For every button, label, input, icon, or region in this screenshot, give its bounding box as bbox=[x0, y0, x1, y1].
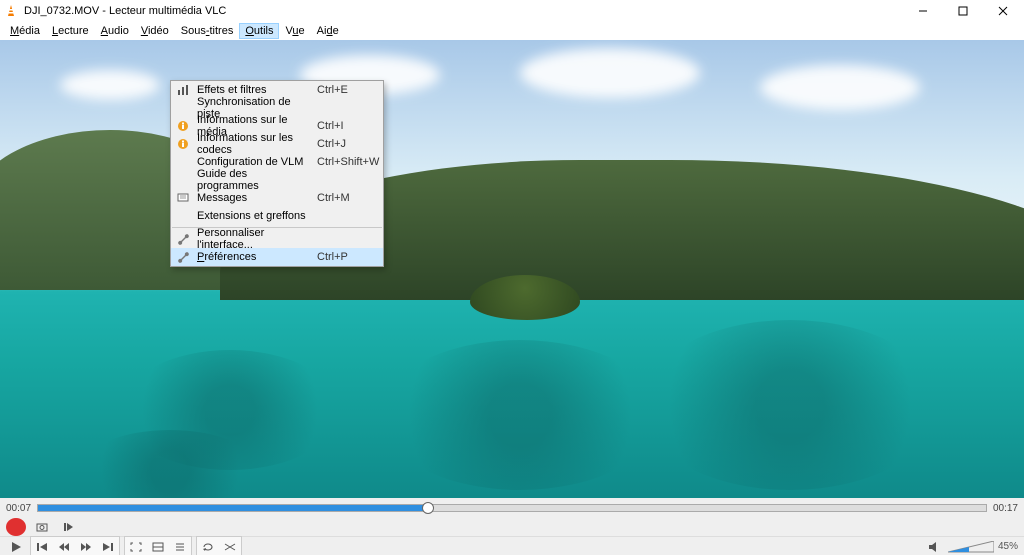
snapshot-button[interactable] bbox=[32, 518, 52, 536]
prev-button[interactable] bbox=[32, 538, 52, 555]
blank-icon bbox=[175, 154, 191, 170]
menu-item-label: Personnaliser l'interface... bbox=[197, 227, 311, 251]
next-button[interactable] bbox=[98, 538, 118, 555]
cloud bbox=[760, 65, 920, 110]
loop-group bbox=[196, 536, 242, 555]
fullscreen-button[interactable] bbox=[126, 538, 146, 555]
menu-aide[interactable]: Aide bbox=[311, 23, 345, 39]
menu-item[interactable]: Messages Ctrl+M bbox=[171, 189, 383, 207]
menu-item[interactable]: Informations sur les codecs Ctrl+J bbox=[171, 135, 383, 153]
menu-item-shortcut: Ctrl+M bbox=[317, 192, 377, 204]
menu-vue[interactable]: Vue bbox=[279, 23, 310, 39]
playlist-button[interactable] bbox=[170, 538, 190, 555]
record-toolbar bbox=[0, 518, 1024, 536]
menu-item-shortcut: Ctrl+Shift+W bbox=[317, 156, 377, 168]
forward-button[interactable] bbox=[76, 538, 96, 555]
menu-média[interactable]: Média bbox=[4, 23, 46, 39]
blank-icon bbox=[175, 172, 191, 188]
cloud bbox=[520, 48, 700, 98]
menu-outils[interactable]: Outils bbox=[239, 23, 279, 39]
equalizer-icon bbox=[175, 82, 191, 98]
info-icon bbox=[175, 118, 191, 134]
menu-item-label: Extensions et greffons bbox=[197, 210, 311, 222]
menu-item-label: Guide des programmes bbox=[197, 168, 311, 192]
seek-progress bbox=[38, 505, 427, 511]
menu-lecture[interactable]: Lecture bbox=[46, 23, 95, 39]
maximize-button[interactable] bbox=[946, 0, 980, 22]
skip-group bbox=[30, 536, 120, 555]
menu-sous-titres[interactable]: Sous-titres bbox=[175, 23, 240, 39]
time-total: 00:17 bbox=[993, 503, 1018, 514]
menu-item-shortcut: Ctrl+I bbox=[317, 120, 377, 132]
menu-item[interactable]: Personnaliser l'interface... bbox=[171, 230, 383, 248]
video-area[interactable]: Effets et filtresCtrl+ESynchronisation d… bbox=[0, 40, 1024, 498]
menu-audio[interactable]: Audio bbox=[95, 23, 135, 39]
menu-item[interactable]: Guide des programmes bbox=[171, 171, 383, 189]
menu-item-shortcut: Ctrl+P bbox=[317, 251, 377, 263]
vlc-cone-icon bbox=[4, 4, 18, 18]
titlebar: DJI_0732.MOV - Lecteur multimédia VLC bbox=[0, 0, 1024, 22]
menu-item[interactable]: Préférences Ctrl+P bbox=[171, 248, 383, 266]
view-group bbox=[124, 536, 192, 555]
shuffle-button[interactable] bbox=[220, 538, 240, 555]
window-title: DJI_0732.MOV - Lecteur multimédia VLC bbox=[24, 5, 900, 17]
wrench-icon bbox=[175, 231, 191, 247]
close-button[interactable] bbox=[986, 0, 1020, 22]
time-elapsed: 00:07 bbox=[6, 503, 31, 514]
cloud bbox=[60, 70, 160, 100]
minimize-button[interactable] bbox=[906, 0, 940, 22]
blank-icon bbox=[175, 100, 191, 116]
seek-slider[interactable] bbox=[37, 504, 987, 512]
playback-controls: 45% bbox=[0, 536, 1024, 555]
rewind-button[interactable] bbox=[54, 538, 74, 555]
island bbox=[470, 275, 580, 320]
wrench-icon bbox=[175, 249, 191, 265]
msg-icon bbox=[175, 190, 191, 206]
menubar: MédiaLectureAudioVidéoSous-titresOutilsV… bbox=[0, 22, 1024, 40]
seek-knob[interactable] bbox=[422, 502, 434, 514]
tools-dropdown: Effets et filtresCtrl+ESynchronisation d… bbox=[170, 80, 384, 267]
reef bbox=[640, 320, 940, 490]
loop-button[interactable] bbox=[198, 538, 218, 555]
volume-label: 45% bbox=[998, 541, 1018, 552]
volume-slider[interactable] bbox=[948, 541, 994, 553]
menu-item-label: Configuration de VLM bbox=[197, 156, 311, 168]
menu-item[interactable]: Extensions et greffons bbox=[171, 207, 383, 225]
menu-item-label: Effets et filtres bbox=[197, 84, 311, 96]
play-button[interactable] bbox=[6, 538, 26, 555]
record-button[interactable] bbox=[6, 518, 26, 536]
menu-item-label: Informations sur les codecs bbox=[197, 132, 311, 156]
mute-button[interactable] bbox=[924, 538, 944, 555]
reef bbox=[380, 340, 660, 490]
blank-icon bbox=[175, 208, 191, 224]
menu-item-shortcut: Ctrl+E bbox=[317, 84, 377, 96]
menu-vidéo[interactable]: Vidéo bbox=[135, 23, 175, 39]
menu-item-shortcut: Ctrl+J bbox=[317, 138, 377, 150]
ext-settings-button[interactable] bbox=[148, 538, 168, 555]
menu-item-label: Préférences bbox=[197, 251, 311, 263]
menu-item-label: Messages bbox=[197, 192, 311, 204]
time-bar: 00:07 00:17 bbox=[0, 498, 1024, 518]
frame-step-button[interactable] bbox=[58, 518, 78, 536]
info-icon bbox=[175, 136, 191, 152]
